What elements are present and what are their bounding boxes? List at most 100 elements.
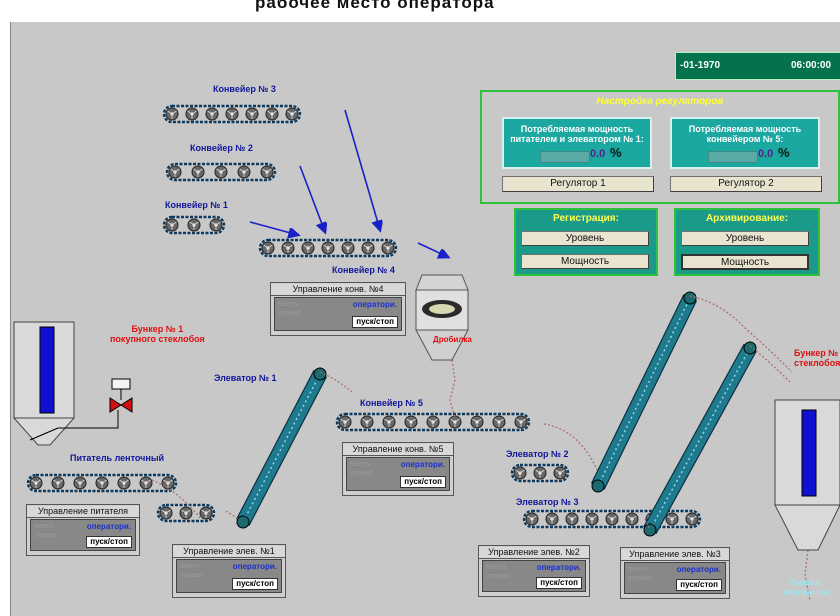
conveyor-5-mode-operator[interactable]: оператори.	[401, 460, 445, 469]
flow-arrow	[299, 165, 325, 232]
output-label-line2: питатели печ	[780, 588, 830, 597]
elevator-1-mode-local: местн.	[180, 563, 202, 570]
elevator-2-control-title: Управление элев. №2	[479, 547, 589, 559]
elevator-3-mode-local-2: управл.	[628, 575, 653, 582]
conveyor-4-mode-local-2: управл.	[278, 310, 303, 317]
elevator-1-control: Управление элев. №1 местн. управл. операт…	[172, 544, 286, 598]
conveyor-5-label: Конвейер № 5	[360, 398, 423, 408]
output-label: Сырье в питатели печ	[770, 578, 840, 598]
elevator-3-mode-local: местн.	[628, 566, 650, 573]
power-feeder-box: Потребляемая мощность питателем и элеват…	[502, 117, 652, 169]
feeder-mode-operator[interactable]: оператори.	[87, 522, 131, 531]
feeder-mode-local-2: управл.	[34, 532, 59, 539]
bunker-2-label-line1: Бункер №	[794, 348, 839, 358]
elevator-2-start-stop-button[interactable]: пуск/стоп	[536, 577, 582, 589]
power-conveyor-unit: %	[778, 145, 790, 160]
power-conveyor-line1: Потребляемая мощность	[688, 124, 802, 134]
date-time-display: -01-1970 06:00:00	[675, 52, 840, 80]
registration-power-button[interactable]: Мощность	[521, 254, 649, 269]
elevator-1-mode-operator[interactable]: оператори.	[233, 562, 277, 571]
conveyor-3-label: Конвейер № 3	[213, 84, 276, 94]
elevator-2-mode-local-2: управл.	[486, 573, 511, 580]
power-feeder-line1: Потребляемая мощность	[520, 124, 634, 134]
registration-level-button[interactable]: Уровень	[521, 231, 649, 246]
bunker-1-label: Бункер № 1 покупного стеклобоя	[110, 324, 205, 344]
conveyor-4-control-title: Управление конв. №4	[271, 284, 405, 296]
registration-title: Регистрация:	[553, 213, 619, 224]
elevator-3-control-title: Управление элев. №3	[621, 549, 729, 561]
conveyor-5-mode-local-2: управл.	[350, 470, 375, 477]
conveyor-5-mode-local: местн.	[350, 461, 372, 468]
power-feeder-line2: питателем и элеватором № 1:	[510, 134, 644, 144]
feeder-label: Питатель ленточный	[70, 453, 165, 463]
regulator-2-button[interactable]: Регулятор 2	[670, 176, 822, 192]
elevator-1-start-stop-button[interactable]: пуск/стоп	[232, 578, 278, 590]
elevator-1-control-title: Управление элев. №1	[173, 546, 285, 558]
flow-arrow	[249, 221, 298, 235]
conveyor-5[interactable]	[335, 412, 531, 432]
archiving-title: Архивирование:	[705, 213, 789, 224]
conveyor-5-start-stop-button[interactable]: пуск/стоп	[400, 476, 446, 488]
conveyor-4[interactable]	[258, 238, 398, 258]
flow-arrow	[344, 109, 380, 230]
feeder-conveyor[interactable]	[26, 473, 178, 493]
conveyor-2[interactable]	[165, 162, 277, 182]
elevator-2-feed-conveyor[interactable]	[510, 463, 570, 483]
elevator-1-label: Элеватор № 1	[214, 373, 277, 383]
elevator-3-label: Элеватор № 3	[516, 497, 579, 507]
conveyor-4-start-stop-button[interactable]: пуск/стоп	[352, 316, 398, 328]
conveyor-4-control: Управление конв. №4 местн. управл. операт…	[270, 282, 406, 336]
regulator-settings-title: Настройка регуляторов	[596, 96, 724, 107]
elevator-2-label: Элеватор № 2	[506, 449, 569, 459]
feeder-mode-local: местн.	[34, 523, 56, 530]
power-conveyor-value: 0.0	[758, 148, 774, 160]
elevator-2-mode-local: местн.	[486, 564, 508, 571]
elevator-3-mode-operator[interactable]: оператори.	[677, 565, 721, 574]
elevator-3-start-stop-button[interactable]: пуск/стоп	[676, 579, 722, 591]
material-flow	[449, 359, 456, 419]
output-label-line1: Сырье в	[789, 578, 821, 587]
bunker-1-label-line2: покупного стеклобоя	[110, 334, 205, 344]
elevator-2-control: Управление элев. №2 местн. управл. операт…	[478, 545, 590, 597]
conveyor-1-label: Конвейер № 1	[165, 200, 228, 210]
bunker-1-level-bar	[39, 326, 55, 414]
bunker-2-level-bar	[801, 409, 817, 497]
conveyor-5-control-title: Управление конв. №5	[343, 444, 453, 456]
bunker-2-label: Бункер № стеклобоя	[794, 348, 840, 368]
elevator-3-feed-conveyor[interactable]	[522, 509, 702, 529]
regulator-settings-panel: Настройка регуляторов Потребляемая мощно…	[480, 90, 840, 204]
conveyor-3[interactable]	[162, 104, 302, 124]
conveyor-4-label: Конвейер № 4	[332, 265, 395, 275]
bunker-2	[774, 399, 840, 551]
power-conveyor-box: Потребляемая мощность конвейером № 5: 0.…	[670, 117, 820, 169]
flow-arrow	[417, 242, 448, 257]
date-value: -01-1970	[680, 60, 721, 71]
elevator-1[interactable]	[235, 367, 328, 529]
bunker-2-label-line2: стеклобоя	[794, 358, 840, 368]
regulator-1-button[interactable]: Регулятор 1	[502, 176, 654, 192]
conveyor-2-label: Конвейер № 2	[190, 143, 253, 153]
crusher	[415, 274, 469, 361]
feeder-control-title: Управление питателя	[27, 506, 139, 518]
archiving-panel: Архивирование: Уровень Мощность	[674, 208, 820, 276]
conveyor-1[interactable]	[162, 215, 226, 235]
archiving-level-button[interactable]: Уровень	[681, 231, 809, 246]
archiving-power-button[interactable]: Мощность	[681, 254, 809, 270]
elevator-2-mode-operator[interactable]: оператори.	[537, 563, 581, 572]
power-conveyor-line2: конвейером № 5:	[706, 134, 784, 144]
power-feeder-unit: %	[610, 145, 622, 160]
time-value: 06:00:00	[791, 60, 832, 71]
bunker-1-label-line1: Бункер № 1	[131, 324, 184, 334]
elevator-1-feed-conveyor[interactable]	[156, 503, 216, 523]
crusher-label: Дробилка	[433, 335, 472, 344]
power-feeder-value: 0.0	[590, 148, 606, 160]
conveyor-5-control: Управление конв. №5 местн. управл. операт…	[342, 442, 454, 496]
conveyor-4-mode-local: местн.	[278, 301, 300, 308]
registration-panel: Регистрация: Уровень Мощность	[514, 208, 658, 276]
elevator-1-mode-local-2: управл.	[180, 572, 205, 579]
feeder-start-stop-button[interactable]: пуск/стоп	[86, 536, 132, 548]
bunker-1	[12, 321, 119, 446]
conveyor-4-mode-operator[interactable]: оператори.	[353, 300, 397, 309]
feeder-valve[interactable]	[109, 378, 133, 413]
feeder-control: Управление питателя местн. управл. операт…	[26, 504, 140, 556]
